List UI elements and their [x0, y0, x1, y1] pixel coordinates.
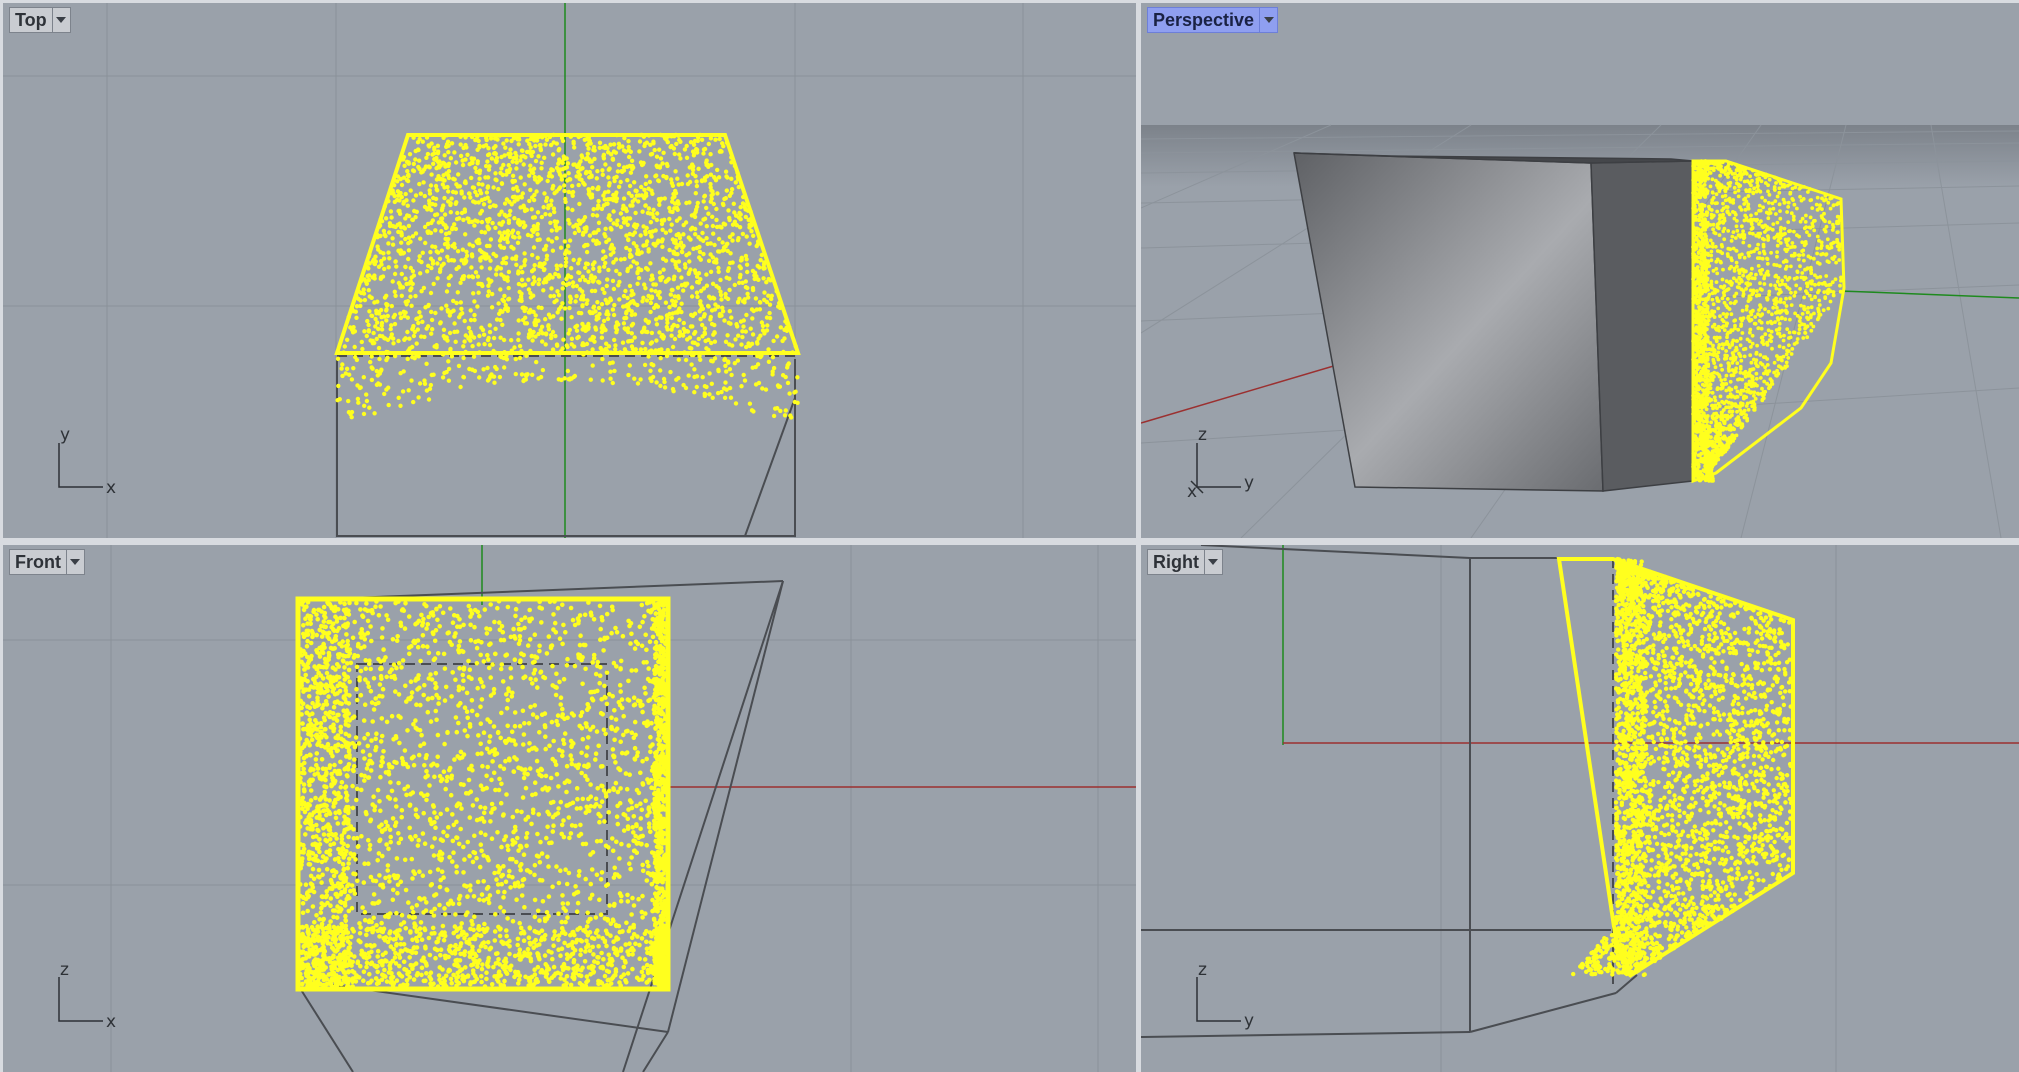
- viewport-title-front[interactable]: Front: [10, 550, 66, 574]
- front-wireframe: [297, 580, 784, 1072]
- viewport-title-perspective[interactable]: Perspective: [1148, 8, 1259, 32]
- axis-label-x: x: [106, 1012, 116, 1032]
- axis-label-z: z: [60, 960, 69, 980]
- front-point-cloud: [297, 598, 669, 990]
- top-canvas[interactable]: y x: [3, 3, 1136, 538]
- viewport-menu-dropdown-icon[interactable]: [1259, 8, 1278, 32]
- axis-label-z: z: [1198, 425, 1207, 445]
- viewport-front[interactable]: z x Front: [3, 545, 1136, 1072]
- viewport-tab-right[interactable]: Right: [1147, 549, 1223, 575]
- top-axis-indicator: y x: [58, 425, 116, 498]
- right-axis-indicator: z y: [1196, 960, 1254, 1031]
- top-point-cloud: [335, 132, 800, 420]
- front-grid: [3, 545, 1136, 1072]
- right-wireframe: [1141, 545, 1638, 1038]
- viewport-tab-top[interactable]: Top: [9, 7, 71, 33]
- perspective-canvas[interactable]: z y x: [1141, 3, 2019, 538]
- viewport-perspective[interactable]: z y x Perspective: [1141, 3, 2019, 538]
- point-cloud-points: [335, 132, 800, 420]
- point-cloud-points: [1571, 556, 1794, 978]
- viewport-right[interactable]: z y Right: [1141, 545, 2019, 1072]
- right-canvas[interactable]: z y: [1141, 545, 2019, 1072]
- axis-label-x: x: [106, 478, 116, 498]
- front-axis-indicator: z x: [58, 960, 116, 1032]
- viewport-tab-perspective[interactable]: Perspective: [1147, 7, 1279, 33]
- viewport-title-top[interactable]: Top: [10, 8, 52, 32]
- axis-label-y: y: [1244, 1011, 1254, 1031]
- axis-label-y: y: [60, 425, 70, 445]
- top-grid: [3, 3, 1136, 538]
- front-canvas[interactable]: z x: [3, 545, 1136, 1072]
- axis-label-z: z: [1198, 960, 1207, 980]
- axis-label-y: y: [1244, 473, 1254, 493]
- viewport-title-right[interactable]: Right: [1148, 550, 1204, 574]
- right-point-cloud: [1571, 556, 1794, 978]
- viewport-tab-front[interactable]: Front: [9, 549, 85, 575]
- point-cloud-points: [297, 598, 669, 990]
- viewport-top[interactable]: y x Top: [3, 3, 1136, 538]
- viewport-menu-dropdown-icon[interactable]: [1203, 550, 1222, 574]
- perspective-solid: [1293, 152, 1694, 492]
- axis-label-x: x: [1187, 482, 1197, 502]
- viewport-menu-dropdown-icon[interactable]: [65, 550, 84, 574]
- viewport-menu-dropdown-icon[interactable]: [51, 8, 70, 32]
